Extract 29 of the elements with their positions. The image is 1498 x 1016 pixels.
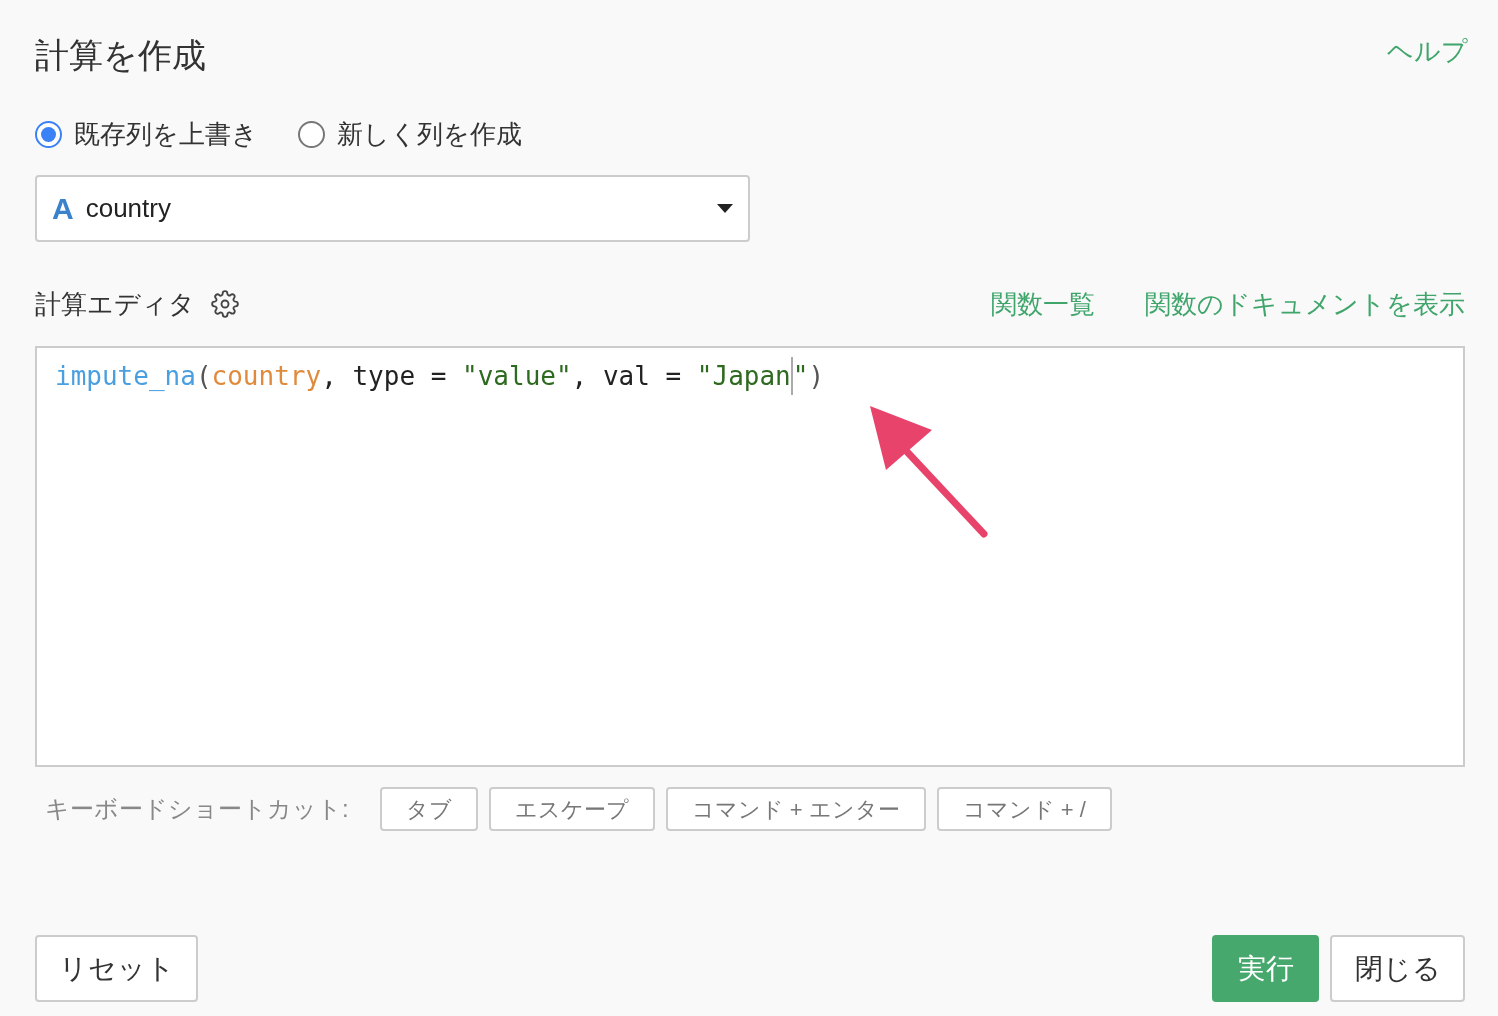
shortcut-key: コマンド + /: [936, 787, 1112, 831]
code-token: (: [195, 359, 212, 393]
code-token: impute_na: [55, 359, 196, 393]
reset-button[interactable]: リセット: [35, 935, 198, 1002]
code-token: ): [808, 359, 825, 393]
shortcut-key: エスケープ: [488, 787, 655, 831]
radio-option[interactable]: 新しく列を作成: [298, 114, 522, 154]
code-token: "value": [462, 359, 572, 393]
text-type-icon: A: [52, 193, 74, 224]
caret-icon: [717, 204, 733, 213]
code-editor[interactable]: impute_na(country, type = "value", val = "Japan"): [35, 346, 1465, 767]
text-cursor: [790, 357, 793, 395]
dialog-title: 計算を作成: [35, 35, 206, 76]
settings-icon[interactable]: [211, 290, 239, 318]
code-token: "Japan: [696, 359, 791, 393]
code-token: , val =: [571, 359, 683, 393]
code-token: , type =: [321, 359, 448, 393]
code-token: ": [792, 359, 809, 393]
close-button[interactable]: 閉じる: [1330, 935, 1465, 1002]
radio-button[interactable]: [298, 120, 325, 148]
radio-option[interactable]: 既存列を上書き: [35, 114, 258, 154]
radio-button[interactable]: [35, 120, 62, 148]
code-token: country: [211, 359, 322, 393]
column-select[interactable]: A country: [35, 175, 750, 242]
shortcut-key: コマンド + エンター: [665, 787, 926, 831]
shortcuts-label: キーボードショートカット:: [45, 794, 349, 824]
shortcut-key: タブ: [379, 787, 478, 831]
editor-label: 計算エディタ: [35, 287, 195, 321]
select-value: country: [85, 192, 172, 225]
